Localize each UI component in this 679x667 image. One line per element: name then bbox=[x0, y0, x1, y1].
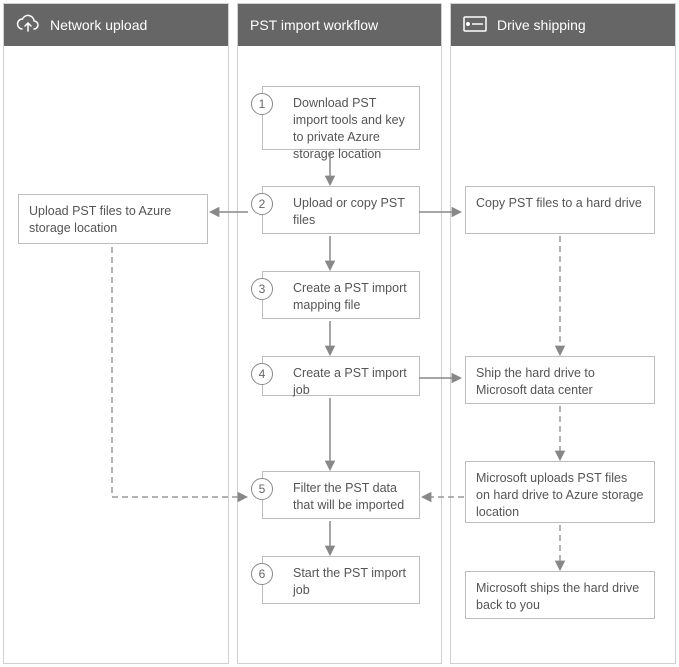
step-text: Download PST import tools and key to pri… bbox=[293, 96, 405, 161]
step-text: Start the PST import job bbox=[293, 566, 406, 597]
column-title: Network upload bbox=[50, 17, 147, 33]
column-drive-shipping: Drive shipping Copy PST files to a hard … bbox=[450, 3, 676, 664]
step-2: 2 Upload or copy PST files bbox=[262, 186, 420, 234]
box-text: Copy PST files to a hard drive bbox=[476, 196, 642, 210]
box-text: Ship the hard drive to Microsoft data ce… bbox=[476, 366, 595, 397]
column-network-upload: Network upload Upload PST files to Azure… bbox=[3, 3, 229, 664]
column-workflow: PST import workflow 1 Download PST impor… bbox=[237, 3, 442, 664]
step-number-4: 4 bbox=[251, 363, 273, 385]
step-text: Create a PST import job bbox=[293, 366, 407, 397]
step-6: 6 Start the PST import job bbox=[262, 556, 420, 604]
step-number-6: 6 bbox=[251, 563, 273, 585]
step-number-1: 1 bbox=[251, 93, 273, 115]
column-body-left: Upload PST files to Azure storage locati… bbox=[4, 46, 228, 663]
step-number-3: 3 bbox=[251, 278, 273, 300]
cloud-upload-icon bbox=[16, 14, 40, 37]
step-text: Filter the PST data that will be importe… bbox=[293, 481, 404, 512]
column-title: Drive shipping bbox=[497, 17, 586, 33]
box-text: Upload PST files to Azure storage locati… bbox=[29, 204, 171, 235]
column-header-workflow: PST import workflow bbox=[238, 4, 441, 46]
step-1: 1 Download PST import tools and key to p… bbox=[262, 86, 420, 150]
step-4: 4 Create a PST import job bbox=[262, 356, 420, 396]
box-text: Microsoft uploads PST files on hard driv… bbox=[476, 471, 643, 519]
box-text: Microsoft ships the hard drive back to y… bbox=[476, 581, 639, 612]
column-body-mid: 1 Download PST import tools and key to p… bbox=[238, 46, 441, 663]
box-copy-pst-hard-drive: Copy PST files to a hard drive bbox=[465, 186, 655, 234]
column-title: PST import workflow bbox=[250, 17, 378, 33]
column-header-network-upload: Network upload bbox=[4, 4, 228, 46]
box-ship-hard-drive: Ship the hard drive to Microsoft data ce… bbox=[465, 356, 655, 404]
step-5: 5 Filter the PST data that will be impor… bbox=[262, 471, 420, 519]
column-body-right: Copy PST files to a hard drive Ship the … bbox=[451, 46, 675, 663]
step-number-2: 2 bbox=[251, 193, 273, 215]
step-text: Upload or copy PST files bbox=[293, 196, 405, 227]
box-ms-ships-back: Microsoft ships the hard drive back to y… bbox=[465, 571, 655, 619]
box-ms-uploads-pst: Microsoft uploads PST files on hard driv… bbox=[465, 461, 655, 523]
box-upload-pst-azure: Upload PST files to Azure storage locati… bbox=[18, 194, 208, 244]
step-text: Create a PST import mapping file bbox=[293, 281, 407, 312]
step-number-5: 5 bbox=[251, 478, 273, 500]
hard-drive-icon bbox=[463, 16, 487, 35]
step-3: 3 Create a PST import mapping file bbox=[262, 271, 420, 319]
column-header-drive-shipping: Drive shipping bbox=[451, 4, 675, 46]
